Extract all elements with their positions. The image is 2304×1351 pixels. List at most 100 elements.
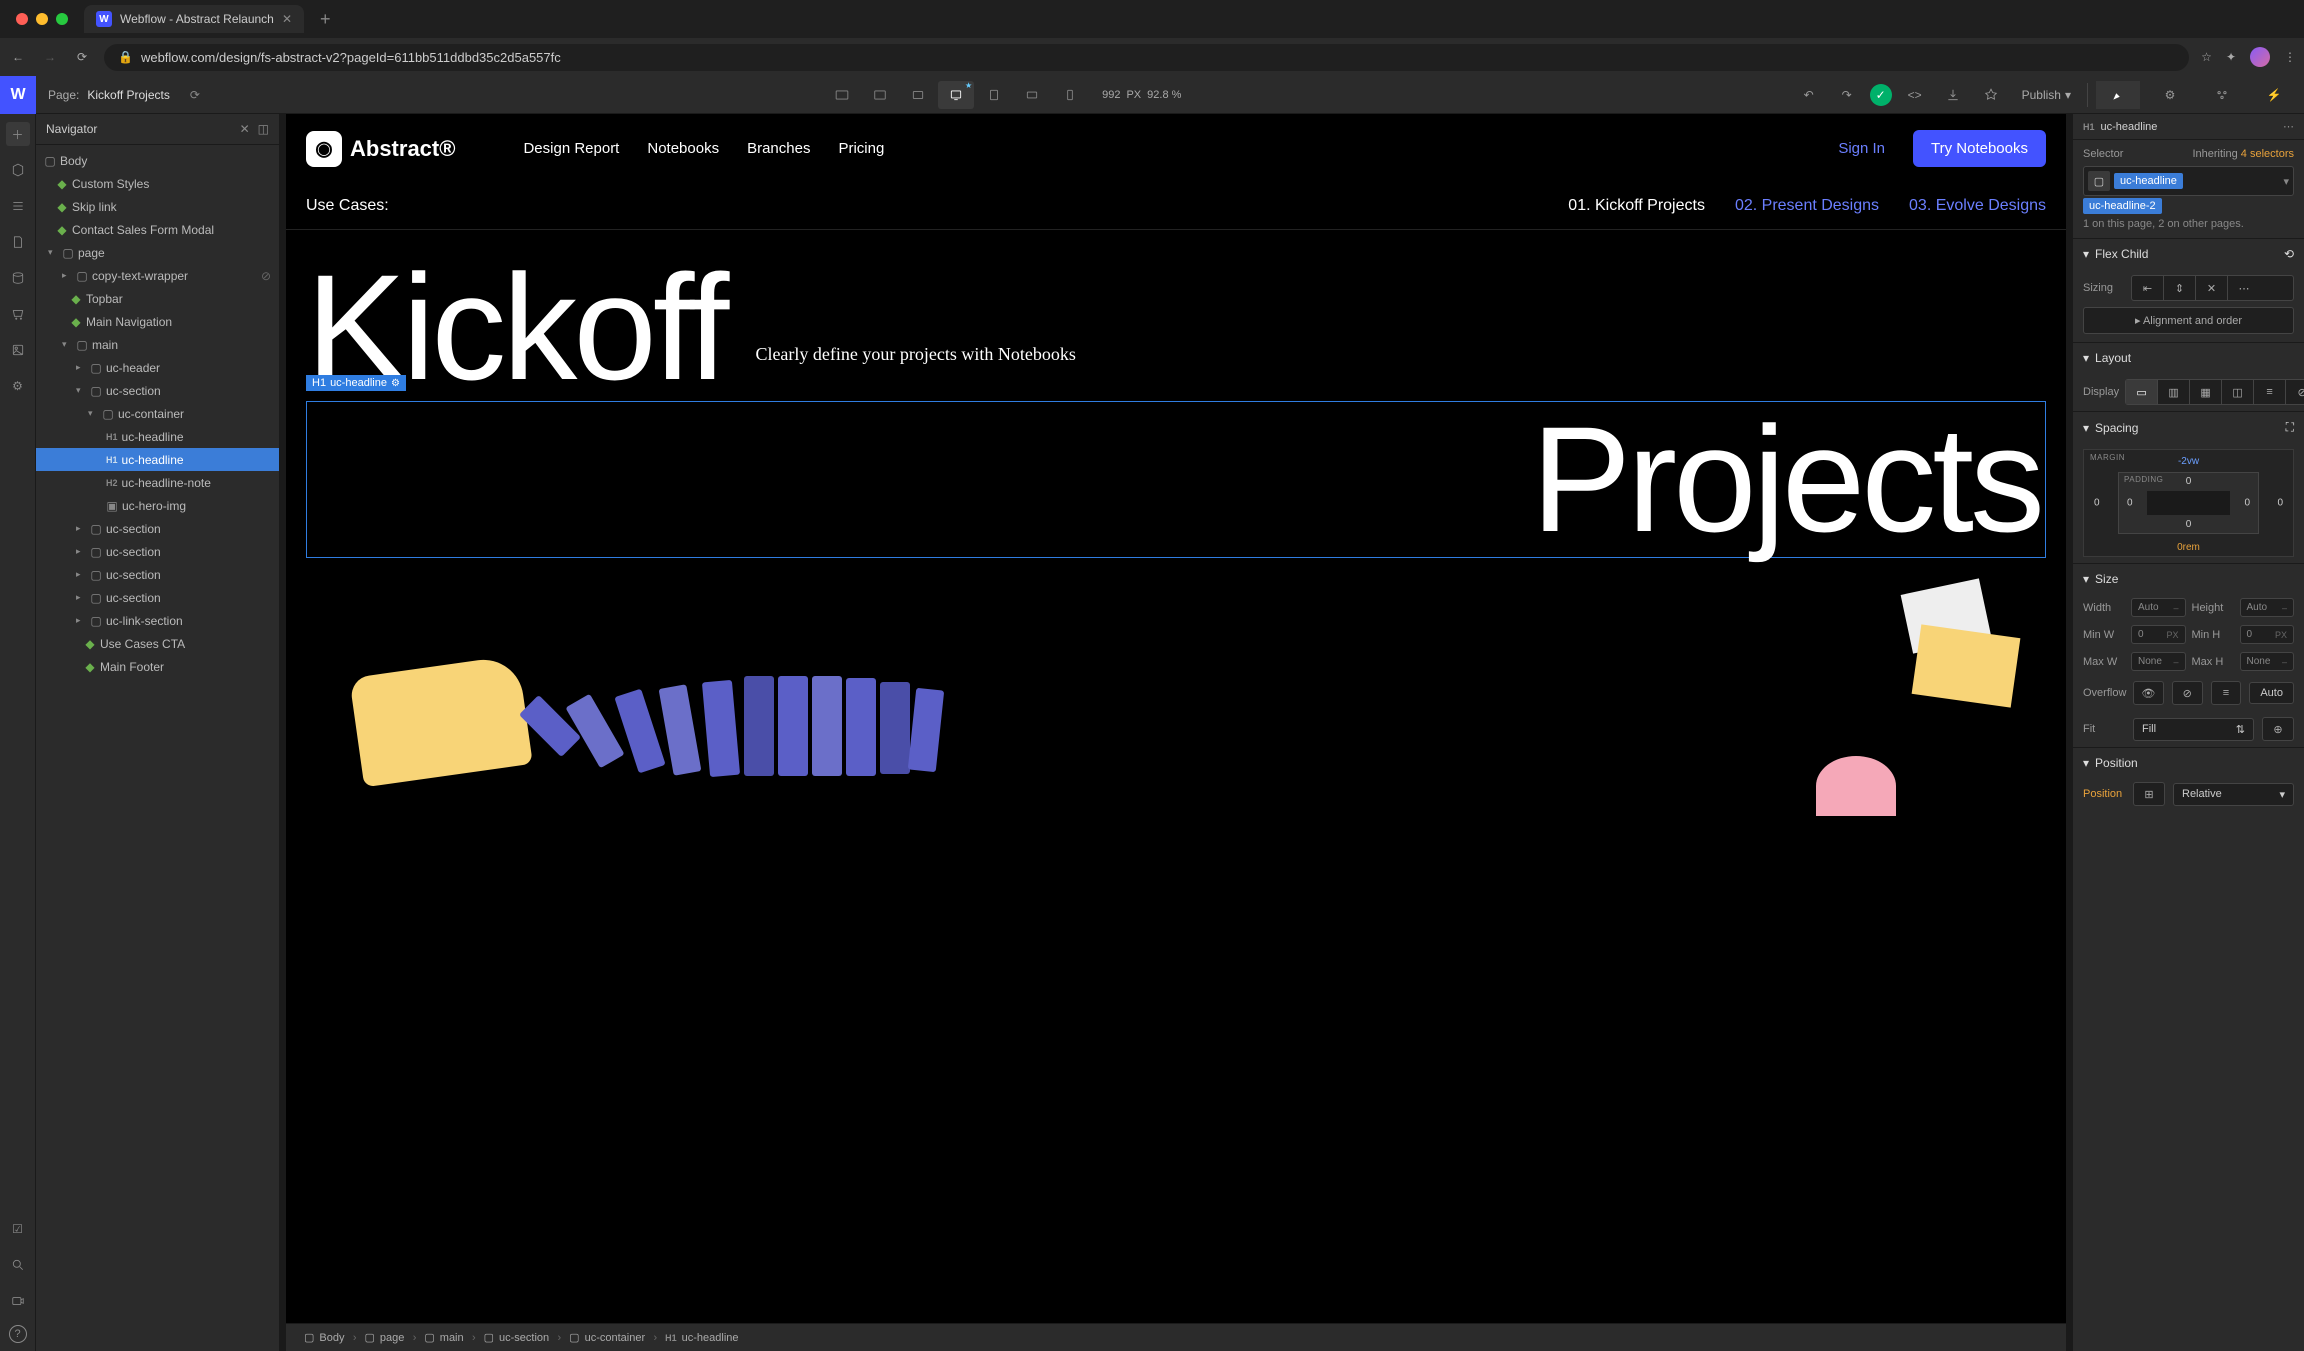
display-none[interactable]: ⊘ xyxy=(2286,380,2304,404)
symbols-icon[interactable] xyxy=(6,158,30,182)
interactions-tab-icon[interactable]: ⚡ xyxy=(2252,81,2296,109)
display-inline[interactable]: ≡ xyxy=(2254,380,2286,404)
video-tutorial-icon[interactable] xyxy=(6,1289,30,1313)
minh-input[interactable]: 0PX xyxy=(2240,625,2295,644)
ecommerce-icon[interactable] xyxy=(6,302,30,326)
uc-present-link[interactable]: 02. Present Designs xyxy=(1735,197,1879,215)
tree-uc-container[interactable]: ▾▢uc-container xyxy=(36,402,279,425)
cms-icon[interactable] xyxy=(6,266,30,290)
undo-icon[interactable]: ↶ xyxy=(1794,81,1824,109)
section-spacing[interactable]: ▾Spacing⛶ xyxy=(2073,411,2304,443)
tree-body[interactable]: ▢Body xyxy=(36,149,279,172)
audit-check-icon[interactable]: ☑ xyxy=(6,1217,30,1241)
inheriting-link[interactable]: 4 selectors xyxy=(2241,148,2294,160)
tree-uc-section-4[interactable]: ▸▢uc-section xyxy=(36,563,279,586)
selector-dropdown-icon[interactable]: ▾ xyxy=(2283,175,2289,188)
tree-main[interactable]: ▾▢main xyxy=(36,333,279,356)
extensions-icon[interactable]: ✦ xyxy=(2226,50,2236,64)
forward-icon[interactable]: → xyxy=(40,50,60,64)
style-manager-tab-icon[interactable] xyxy=(2200,81,2244,109)
browser-menu-icon[interactable]: ⋮ xyxy=(2284,50,2296,64)
padding-bottom[interactable]: 0 xyxy=(2186,519,2192,530)
tree-uc-section-5[interactable]: ▸▢uc-section xyxy=(36,586,279,609)
nav-design-report[interactable]: Design Report xyxy=(523,140,619,157)
selector-tag-1[interactable]: uc-headline xyxy=(2114,173,2183,189)
collapse-navigator-icon[interactable]: ✕ xyxy=(240,122,250,136)
section-layout[interactable]: ▾Layout xyxy=(2073,342,2304,373)
sizing-grow[interactable]: ⇕ xyxy=(2164,276,2196,300)
redo-icon[interactable]: ↷ xyxy=(1832,81,1862,109)
close-window-button[interactable] xyxy=(16,13,28,25)
code-icon[interactable]: <> xyxy=(1900,81,1930,109)
selector-state-icon[interactable]: ▢ xyxy=(2088,171,2110,191)
element-menu-icon[interactable]: ⋯ xyxy=(2283,120,2294,133)
address-bar[interactable]: 🔒 webflow.com/design/fs-abstract-v2?page… xyxy=(104,44,2189,71)
margin-left[interactable]: 0 xyxy=(2094,498,2100,509)
width-input[interactable]: Auto– xyxy=(2131,598,2186,617)
close-tab-icon[interactable]: ✕ xyxy=(282,12,292,26)
breakpoint-mobile-portrait[interactable] xyxy=(1052,81,1088,109)
sizing-more[interactable]: ⋯ xyxy=(2228,276,2260,300)
tree-page[interactable]: ▾▢page xyxy=(36,241,279,264)
bc-uc-section[interactable]: ▢uc-section xyxy=(474,1331,560,1344)
headline-subtitle[interactable]: Clearly define your projects with Notebo… xyxy=(755,344,1075,365)
publish-button[interactable]: Publish▾ xyxy=(2014,88,2079,102)
add-element-icon[interactable]: ＋ xyxy=(6,122,30,146)
nav-pricing[interactable]: Pricing xyxy=(838,140,884,157)
sizing-none[interactable]: ✕ xyxy=(2196,276,2228,300)
pin-navigator-icon[interactable]: ◫ xyxy=(258,122,269,136)
browser-tab[interactable]: W Webflow - Abstract Relaunch ✕ xyxy=(84,5,304,33)
assets-icon[interactable] xyxy=(6,338,30,362)
selector-tag-2[interactable]: uc-headline-2 xyxy=(2083,198,2162,214)
bc-page[interactable]: ▢page xyxy=(354,1331,414,1344)
display-inline-block[interactable]: ◫ xyxy=(2222,380,2254,404)
height-input[interactable]: Auto– xyxy=(2240,598,2295,617)
overflow-hidden[interactable]: ⊘ xyxy=(2172,681,2203,705)
minw-input[interactable]: 0PX xyxy=(2131,625,2186,644)
tree-use-cases-cta[interactable]: ◆Use Cases CTA xyxy=(36,632,279,655)
padding-right[interactable]: 0 xyxy=(2244,498,2250,509)
display-block[interactable]: ▭ xyxy=(2126,380,2158,404)
navigator-icon[interactable] xyxy=(6,194,30,218)
padding-left[interactable]: 0 xyxy=(2127,498,2133,509)
section-flex-child[interactable]: ▾Flex Child⟲ xyxy=(2073,238,2304,269)
style-tab-icon[interactable] xyxy=(2096,81,2140,109)
spacing-expand-icon[interactable]: ⛶ xyxy=(2286,420,2294,435)
selected-element-outline[interactable]: Projects xyxy=(306,401,2046,558)
alignment-order-button[interactable]: ▸ Alignment and order xyxy=(2083,307,2294,334)
tree-contact-modal[interactable]: ◆Contact Sales Form Modal xyxy=(36,218,279,241)
tree-uc-section-2[interactable]: ▸▢uc-section xyxy=(36,517,279,540)
nav-branches[interactable]: Branches xyxy=(747,140,810,157)
bookmark-star-icon[interactable]: ☆ xyxy=(2201,50,2212,64)
sizing-shrink[interactable]: ⇤ xyxy=(2132,276,2164,300)
overflow-scroll[interactable]: ≡ xyxy=(2211,681,2242,705)
breakpoint-desktop-base[interactable]: ★ xyxy=(938,81,974,109)
breakpoint-mobile-landscape[interactable] xyxy=(1014,81,1050,109)
display-flex[interactable]: ▥ xyxy=(2158,380,2190,404)
audit-icon[interactable] xyxy=(1976,81,2006,109)
position-origin-icon[interactable]: ⊞ xyxy=(2133,782,2165,806)
navigator-tree[interactable]: ▢Body ◆Custom Styles ◆Skip link ◆Contact… xyxy=(36,145,279,1351)
tree-main-nav[interactable]: ◆Main Navigation xyxy=(36,310,279,333)
fit-select[interactable]: Fill⇅ xyxy=(2133,718,2254,741)
margin-top[interactable]: -2vw xyxy=(2178,456,2199,467)
tree-topbar[interactable]: ◆Topbar xyxy=(36,287,279,310)
overflow-visible[interactable]: 👁 xyxy=(2133,681,2164,705)
tree-custom-styles[interactable]: ◆Custom Styles xyxy=(36,172,279,195)
tree-copy-text-wrapper[interactable]: ▸▢copy-text-wrapper⊘ xyxy=(36,264,279,287)
back-icon[interactable]: ← xyxy=(8,50,28,64)
bc-main[interactable]: ▢main xyxy=(414,1331,473,1344)
tree-uc-hero-img[interactable]: ▣uc-hero-img xyxy=(36,494,279,517)
minimize-window-button[interactable] xyxy=(36,13,48,25)
maxw-input[interactable]: None– xyxy=(2131,652,2186,671)
search-icon[interactable] xyxy=(6,1253,30,1277)
padding-top[interactable]: 0 xyxy=(2186,476,2192,487)
tree-main-footer[interactable]: ◆Main Footer xyxy=(36,655,279,678)
page-name[interactable]: Kickoff Projects xyxy=(87,88,169,102)
tree-uc-link-section[interactable]: ▸▢uc-link-section xyxy=(36,609,279,632)
breakpoint-tablet[interactable] xyxy=(976,81,1012,109)
nav-notebooks[interactable]: Notebooks xyxy=(647,140,719,157)
zoom-level[interactable]: 92.8 % xyxy=(1147,89,1181,101)
macos-traffic-lights[interactable] xyxy=(8,13,76,25)
tree-skip-link[interactable]: ◆Skip link xyxy=(36,195,279,218)
